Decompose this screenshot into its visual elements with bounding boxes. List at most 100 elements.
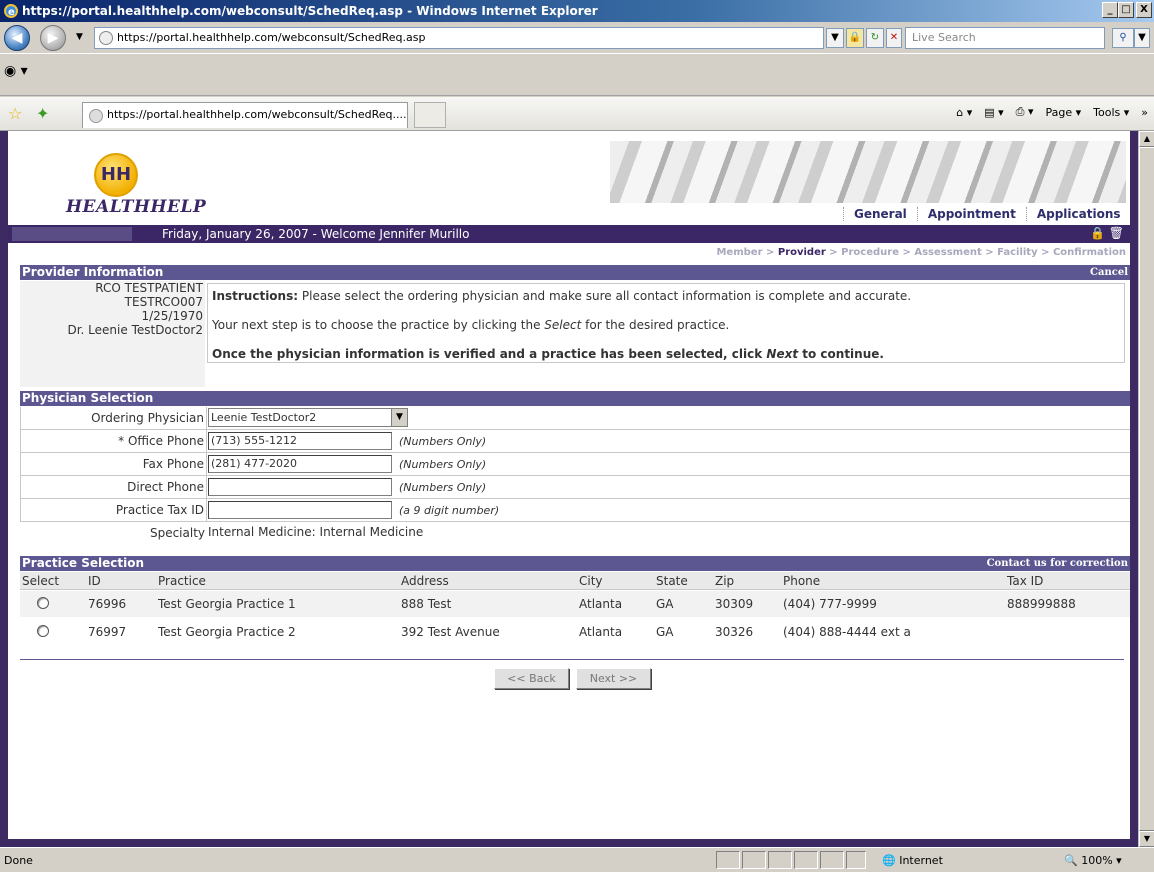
- col-practice: Practice: [158, 574, 206, 588]
- scroll-up-icon[interactable]: ▲: [1139, 131, 1154, 147]
- feeds-icon[interactable]: ▤ ▾: [984, 106, 1003, 119]
- new-tab-button[interactable]: [414, 102, 446, 128]
- home-icon[interactable]: ⌂ ▾: [956, 106, 972, 119]
- instructions-line-2a: Your next step is to choose the practice…: [212, 318, 541, 332]
- live-search-input[interactable]: Live Search: [905, 27, 1105, 49]
- search-options-icon[interactable]: ▼: [1134, 28, 1150, 48]
- back-nav-button[interactable]: ◀: [4, 25, 30, 51]
- direct-phone-hint: (Numbers Only): [399, 481, 487, 494]
- tab-current-page[interactable]: https://portal.healthhelp.com/webconsult…: [82, 102, 408, 128]
- lock-trash-icons[interactable]: 🔒 🗑: [1090, 226, 1124, 240]
- chevron-more-icon[interactable]: »: [1141, 106, 1148, 119]
- back-button[interactable]: << Back: [494, 668, 569, 689]
- minimize-button[interactable]: _: [1102, 2, 1118, 18]
- status-segment: [794, 851, 818, 869]
- practice-selection-header: Practice Selection Contact us for correc…: [20, 556, 1130, 571]
- fax-phone-label: Fax Phone: [20, 453, 207, 475]
- cell-state: GA: [656, 597, 674, 611]
- col-select: Select: [22, 574, 60, 588]
- page-menu[interactable]: Page ▾: [1045, 106, 1081, 119]
- tools-menu[interactable]: Tools ▾: [1093, 106, 1129, 119]
- refresh-icon[interactable]: ↻: [866, 28, 884, 48]
- zoom-control[interactable]: 🔍 100% ▾: [1064, 854, 1122, 867]
- specialty-row: Specialty Internal Medicine: Internal Me…: [20, 522, 1130, 545]
- address-text: https://portal.healthhelp.com/webconsult…: [117, 31, 426, 44]
- practice-tax-id-hint: (a 9 digit number): [399, 504, 500, 517]
- maximize-button[interactable]: □: [1118, 2, 1134, 18]
- table-row[interactable]: 76996 Test Georgia Practice 1 888 Test A…: [20, 591, 1130, 617]
- practice-tax-id-row: Practice Tax ID (a 9 digit number): [20, 499, 1130, 522]
- practice-tax-id-field[interactable]: [208, 501, 392, 519]
- cell-practice: Test Georgia Practice 1: [158, 597, 296, 611]
- forward-nav-button[interactable]: ▶: [40, 25, 66, 51]
- cell-zip: 30309: [715, 597, 754, 611]
- ordering-physician-label: Ordering Physician: [20, 407, 207, 429]
- site-header: HH HEALTHHELP General Appointment Applic…: [8, 131, 1130, 225]
- favorites-star-icon[interactable]: ☆: [8, 104, 22, 123]
- cell-phone: (404) 777-9999: [783, 597, 877, 611]
- patient-summary: RCO TESTPATIENT TESTRCO007 1/25/1970 Dr.…: [20, 281, 205, 387]
- logo-text: HEALTHHELP: [66, 197, 207, 217]
- practice-selection-title: Practice Selection: [22, 556, 144, 570]
- welcome-bar: Friday, January 26, 2007 - Welcome Jenni…: [8, 225, 1130, 243]
- address-dropdown-icon[interactable]: ▼: [826, 28, 844, 48]
- protected-mode-icon[interactable]: [846, 851, 866, 869]
- cell-state: GA: [656, 625, 674, 639]
- chevron-down-icon[interactable]: ▼: [391, 409, 407, 426]
- cell-tax-id: 888999888: [1007, 597, 1076, 611]
- select-radio[interactable]: [37, 625, 49, 637]
- window-title: https://portal.healthhelp.com/webconsult…: [22, 4, 598, 18]
- nav-applications[interactable]: Applications: [1025, 207, 1131, 221]
- breadcrumb: Member > Provider > Procedure > Assessme…: [716, 247, 1126, 258]
- col-city: City: [579, 574, 603, 588]
- col-zip: Zip: [715, 574, 735, 588]
- crumb-member: Member >: [716, 247, 775, 258]
- recent-pages-dropdown-icon[interactable]: ▼: [76, 32, 83, 42]
- close-button[interactable]: X: [1136, 2, 1152, 18]
- print-icon[interactable]: ⎙ ▾: [1016, 105, 1034, 119]
- select-radio[interactable]: [37, 597, 49, 609]
- header-banner-image: [610, 141, 1126, 203]
- status-segment: [820, 851, 844, 869]
- physician-selection-header: Physician Selection: [20, 391, 1130, 406]
- vertical-scrollbar[interactable]: ▲ ▼: [1138, 131, 1154, 847]
- fax-phone-field[interactable]: (281) 477-2020: [208, 455, 392, 473]
- office-phone-label: * Office Phone: [20, 430, 207, 452]
- cell-address: 392 Test Avenue: [401, 625, 500, 639]
- svg-text:e: e: [8, 7, 15, 18]
- patient-id: TESTRCO007: [124, 295, 203, 309]
- stop-icon[interactable]: ✕: [886, 28, 902, 48]
- scroll-thumb[interactable]: [1139, 147, 1154, 831]
- patient-dob: 1/25/1970: [141, 309, 203, 323]
- instructions-line-1: Please select the ordering physician and…: [301, 289, 912, 303]
- window-title-bar[interactable]: e https://portal.healthhelp.com/webconsu…: [0, 0, 1154, 22]
- address-input[interactable]: https://portal.healthhelp.com/webconsult…: [94, 27, 824, 49]
- ordering-physician-select[interactable]: Leenie TestDoctor2 ▼: [208, 408, 408, 427]
- instructions-line-3c: to continue.: [802, 347, 884, 361]
- lock-icon[interactable]: 🔒: [846, 28, 864, 48]
- nav-general[interactable]: General: [843, 207, 917, 221]
- direct-phone-field[interactable]: [208, 478, 392, 496]
- links-bar: ◉ ▾: [0, 55, 1154, 96]
- instructions-next-word: Next: [766, 347, 799, 361]
- office-phone-field[interactable]: (713) 555-1212: [208, 432, 392, 450]
- status-segment: [742, 851, 766, 869]
- add-favorite-icon[interactable]: ✦: [36, 104, 49, 123]
- nav-appointment[interactable]: Appointment: [916, 207, 1026, 221]
- instructions-label: Instructions:: [212, 289, 299, 303]
- top-nav: General Appointment Applications: [843, 207, 1131, 221]
- contact-correction-link[interactable]: Contact us for correction: [987, 556, 1128, 571]
- cancel-link[interactable]: Cancel: [1090, 265, 1128, 280]
- search-icon[interactable]: ⚲: [1112, 28, 1134, 48]
- table-row[interactable]: 76997 Test Georgia Practice 2 392 Test A…: [20, 619, 1130, 645]
- next-button[interactable]: Next >>: [576, 668, 651, 689]
- scroll-down-icon[interactable]: ▼: [1139, 831, 1154, 847]
- page-icon: [99, 31, 113, 45]
- zone-text: Internet: [899, 854, 943, 867]
- instructions-line-2c: for the desired practice.: [585, 318, 730, 332]
- healthhelp-logo[interactable]: HH HEALTHHELP: [66, 153, 216, 217]
- internet-zone[interactable]: 🌐 Internet: [882, 854, 943, 867]
- logo-mark: HH: [94, 153, 138, 197]
- tab-title: https://portal.healthhelp.com/webconsult…: [107, 108, 407, 121]
- translate-icon[interactable]: ◉ ▾: [4, 63, 28, 79]
